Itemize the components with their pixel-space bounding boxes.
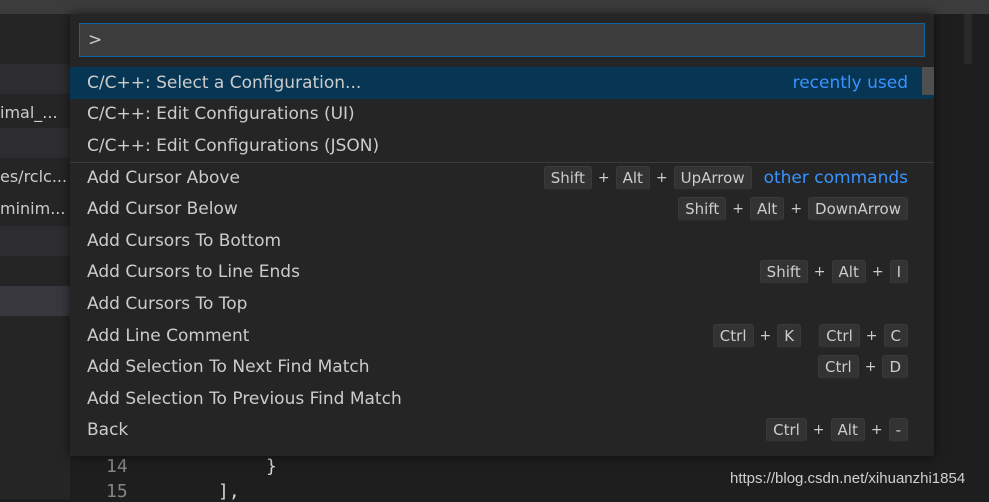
key-plus: + — [812, 422, 825, 439]
command-item-label: C/C++: Select a Configuration... — [87, 72, 362, 93]
command-palette: C/C++: Select a Configuration... recently… — [70, 14, 934, 456]
command-item[interactable]: Add Cursors to Line Ends Shift + Alt + I — [70, 257, 934, 289]
sidebar-spacer — [0, 128, 70, 158]
command-item-label: Add Cursors to Line Ends — [87, 262, 300, 283]
scrollbar-thumb[interactable] — [922, 67, 934, 95]
editor-ruler — [964, 14, 972, 64]
sidebar-explorer: imal_... es/rclc... minim... — [0, 14, 70, 499]
sidebar-item-selected[interactable] — [0, 286, 70, 316]
key-cap: Ctrl — [818, 355, 859, 380]
command-list: C/C++: Select a Configuration... recently… — [70, 67, 934, 446]
sidebar-item[interactable]: es/rclc... — [0, 162, 70, 192]
command-input-box — [79, 23, 925, 57]
command-item-label: Add Cursor Above — [87, 168, 240, 189]
command-item-label: Back — [87, 420, 129, 441]
command-item[interactable]: Add Line Comment Ctrl + K Ctrl + C — [70, 320, 934, 352]
keybinding: Ctrl + D — [818, 355, 908, 380]
command-item[interactable]: Back Ctrl + Alt + - — [70, 415, 934, 447]
key-plus: + — [759, 327, 772, 344]
key-plus: + — [870, 422, 883, 439]
command-item[interactable]: C/C++: Select a Configuration... recently… — [70, 67, 934, 99]
key-cap: Alt — [831, 260, 866, 285]
key-cap: DownArrow — [808, 197, 908, 222]
key-cap: - — [888, 418, 908, 443]
command-item-label: Add Selection To Previous Find Match — [87, 388, 402, 409]
command-item-label: Add Cursor Below — [87, 199, 238, 220]
line-number: 14 — [106, 456, 128, 477]
command-item[interactable]: Add Cursor Above Shift + Alt + UpArrow other c… — [70, 161, 934, 194]
key-cap: Alt — [750, 197, 785, 222]
key-cap: Alt — [830, 418, 865, 443]
command-item[interactable]: Add Cursors To Top — [70, 288, 934, 320]
key-plus: + — [871, 264, 884, 281]
command-item[interactable]: Add Cursors To Bottom — [70, 225, 934, 257]
keybinding: Ctrl + Alt + - — [766, 418, 908, 443]
key-cap: Ctrl — [819, 323, 860, 348]
key-cap: K — [777, 323, 802, 348]
key-plus: + — [865, 327, 878, 344]
sidebar-item[interactable]: minim... — [0, 194, 70, 224]
command-item[interactable]: Add Selection To Previous Find Match — [70, 383, 934, 415]
command-item[interactable]: C/C++: Edit Configurations (UI) — [70, 99, 934, 131]
title-bar — [0, 0, 989, 14]
command-item-label: Add Line Comment — [87, 325, 250, 346]
command-input[interactable] — [80, 24, 924, 56]
key-cap: D — [882, 355, 908, 380]
command-item[interactable]: Add Cursor Below Shift + Alt + DownArrow — [70, 193, 934, 225]
sidebar-item-label: minim... — [0, 199, 66, 218]
keybinding: Shift + Alt + UpArrow — [543, 166, 752, 191]
command-group-tag: other commands — [763, 168, 908, 189]
code-line: } — [266, 456, 277, 477]
key-plus: + — [732, 201, 744, 218]
keybinding: Ctrl + K Ctrl + C — [712, 323, 908, 348]
command-item-label: Add Cursors To Bottom — [87, 230, 282, 251]
sidebar-item[interactable]: imal_... — [0, 98, 70, 128]
command-group-tag: recently used — [792, 72, 908, 93]
sidebar-spacer — [0, 226, 70, 256]
editor-area — [934, 14, 989, 499]
keybinding: Shift + Alt + I — [759, 260, 908, 285]
key-plus: + — [790, 201, 803, 218]
sidebar-item-label: es/rclc... — [0, 167, 68, 186]
command-item-label: Add Selection To Next Find Match — [87, 357, 370, 378]
command-item-label: Add Cursors To Top — [87, 293, 248, 314]
watermark: https://blog.csdn.net/xihuanzhi1854 — [730, 470, 966, 487]
key-plus: + — [655, 170, 668, 187]
key-cap: Shift — [759, 260, 808, 285]
key-cap: Ctrl — [766, 418, 807, 443]
keybinding: Shift + Alt + DownArrow — [678, 197, 908, 222]
key-cap: Shift — [678, 197, 727, 222]
key-plus: + — [864, 359, 877, 376]
sidebar-item-label: imal_... — [0, 103, 58, 122]
key-cap: Shift — [543, 166, 592, 191]
command-item[interactable]: Add Selection To Next Find Match Ctrl + D — [70, 351, 934, 383]
key-plus: + — [597, 170, 610, 187]
command-item[interactable]: C/C++: Edit Configurations (JSON) — [70, 130, 934, 162]
key-cap: Alt — [615, 166, 650, 191]
key-cap: UpArrow — [673, 166, 752, 191]
key-cap: I — [889, 260, 908, 285]
sidebar-spacer — [0, 64, 70, 94]
command-item-label: C/C++: Edit Configurations (UI) — [87, 104, 355, 125]
key-cap: Ctrl — [712, 323, 754, 348]
key-cap: C — [883, 323, 908, 348]
command-item-label: C/C++: Edit Configurations (JSON) — [87, 135, 380, 156]
key-plus: + — [813, 264, 826, 281]
